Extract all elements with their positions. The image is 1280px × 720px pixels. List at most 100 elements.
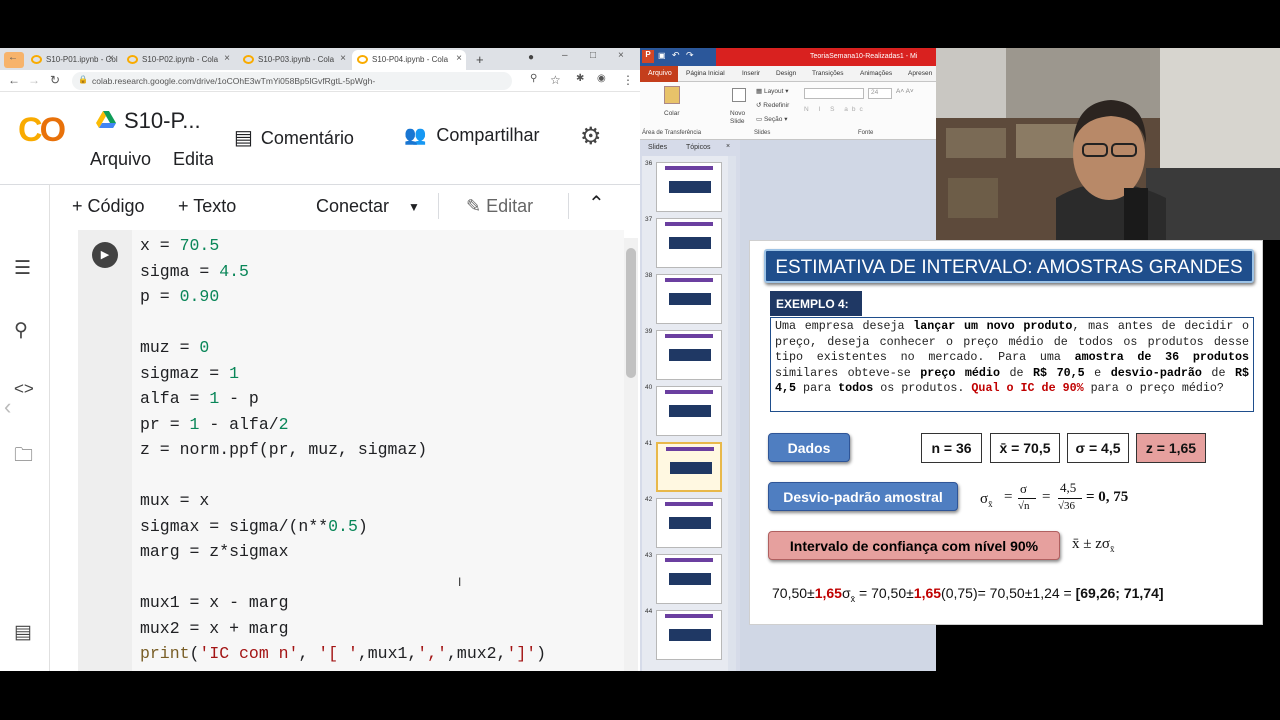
comment-button[interactable]: ▤ Comentário <box>234 125 354 150</box>
search-icon[interactable]: ⚲ <box>14 319 28 342</box>
grow-font-icon[interactable]: A˄ A˅ <box>896 88 914 95</box>
slide-thumbnail[interactable] <box>656 386 722 436</box>
slide-number: 44 <box>645 608 653 615</box>
back-icon[interactable]: ← <box>8 73 20 87</box>
save-icon[interactable]: ▣ <box>658 51 666 60</box>
chevron-up-icon[interactable]: ⌃ <box>588 191 605 216</box>
slide-thumbnail[interactable] <box>656 330 722 380</box>
ribbon-tab-insert[interactable]: Inserir <box>742 70 760 77</box>
close-window-icon[interactable]: × <box>618 50 624 61</box>
slide-thumbnail[interactable] <box>656 554 722 604</box>
drive-icon[interactable] <box>96 111 116 129</box>
menu-edit[interactable]: Edita <box>173 149 213 170</box>
undo-icon[interactable]: ↶ <box>672 50 680 61</box>
url-field[interactable]: 🔒 colab.research.google.com/drive/1oCOhE… <box>72 72 512 90</box>
paste-label[interactable]: Colar <box>664 110 680 117</box>
maximize-icon[interactable]: □ <box>590 50 596 61</box>
close-icon[interactable]: × <box>340 53 346 64</box>
ribbon-tab-animations[interactable]: Animações <box>860 70 892 77</box>
ribbon-tab-arquivo[interactable]: Arquivo <box>640 66 678 82</box>
zoom-icon[interactable]: ⚲ <box>530 73 537 84</box>
divider <box>438 193 439 219</box>
scrollbar[interactable] <box>728 156 736 671</box>
slide-thumbnail[interactable] <box>656 162 722 212</box>
paste-icon[interactable] <box>664 86 680 104</box>
close-icon[interactable]: × <box>456 53 462 64</box>
chevron-down-icon[interactable]: ▼ <box>408 200 420 214</box>
lock-icon: 🔒 <box>78 75 88 84</box>
browser-tab-3[interactable]: S10-P03.ipynb - Cola × <box>238 50 350 70</box>
browser-tab-2[interactable]: S10-P02.ipynb - Cola × <box>122 50 234 70</box>
slide-thumbnail[interactable] <box>656 218 722 268</box>
problem-text: de <box>1201 365 1235 380</box>
browser-tab-4[interactable]: S10-P04.ipynb - Cola × <box>352 50 466 70</box>
more-icon[interactable]: ⋮ <box>622 73 634 87</box>
text-cursor-icon: I <box>458 575 462 589</box>
slide-thumbnail[interactable] <box>656 498 722 548</box>
slide-number: 40 <box>645 384 653 391</box>
redo-icon[interactable]: ↷ <box>686 50 694 61</box>
ribbon-tab-home[interactable]: Página Inicial <box>686 70 725 77</box>
gear-icon[interactable]: ⚙ <box>580 122 602 151</box>
code-line: mux1 = x - marg <box>140 593 289 612</box>
add-code-button[interactable]: + Código <box>72 196 145 217</box>
connect-button[interactable]: Conectar <box>316 196 389 217</box>
font-format-icons[interactable]: N I S abc <box>804 106 867 113</box>
colab-logo[interactable]: CO <box>18 111 66 150</box>
ribbon-tabs: Arquivo Página Inicial Inserir Design Tr… <box>640 66 936 82</box>
browser-tab-1[interactable]: S10-P01.ipynb - Cola × <box>26 50 118 70</box>
new-slide-icon[interactable] <box>732 88 746 102</box>
xbar-subscript: x̄ <box>1109 544 1115 555</box>
code-snippets-icon[interactable]: <> <box>14 379 34 399</box>
slide-thumbnail[interactable] <box>656 610 722 660</box>
menu-file[interactable]: Arquivo <box>90 149 151 170</box>
ribbon-tab-design[interactable]: Design <box>776 70 796 77</box>
font-name-field[interactable] <box>804 88 864 99</box>
problem-text: Qual o IC de 90% <box>971 381 1084 395</box>
new-slide-label[interactable]: Novo Slide <box>730 110 752 126</box>
collapse-chevron-icon[interactable]: ‹ <box>4 394 11 420</box>
webcam-person-image <box>936 48 1280 240</box>
code-line: z = norm.ppf(pr, muz, sigmaz) <box>140 440 428 459</box>
extensions-icon[interactable]: ✱ <box>576 73 584 84</box>
close-icon[interactable]: × <box>224 53 230 64</box>
close-icon[interactable]: × <box>726 143 730 150</box>
back-tab-icon[interactable]: ← <box>4 52 24 68</box>
reset-button[interactable]: ↺ Redefinir <box>756 101 789 109</box>
close-icon[interactable]: × <box>108 53 114 64</box>
layout-button[interactable]: ▦ Layout ▾ <box>756 87 789 95</box>
ribbon-tab-transitions[interactable]: Transições <box>812 70 844 77</box>
reload-icon[interactable]: ↻ <box>50 73 60 87</box>
slide-panel: Slides Tópicos × 36 37 38 39 40 41 42 43 44 <box>642 142 736 671</box>
section-button[interactable]: ▭ Seção ▾ <box>756 115 787 123</box>
share-button[interactable]: 👥 Compartilhar <box>404 125 539 146</box>
font-size-field[interactable]: 24 <box>868 88 892 99</box>
tab-outline[interactable]: Tópicos <box>686 144 711 151</box>
minimize-icon[interactable]: – <box>562 50 568 61</box>
calc-part: σx̄ <box>841 585 856 604</box>
ribbon-tab-slideshow[interactable]: Apresen <box>908 70 932 77</box>
code-editor[interactable]: x = 70.5 sigma = 4.5 p = 0.90 muz = 0 sigma… <box>140 233 546 667</box>
run-cell-button[interactable]: ▶ <box>92 242 118 268</box>
notebook-title[interactable]: S10-P... <box>124 108 201 134</box>
slide-title: ESTIMATIVA DE INTERVALO: AMOSTRAS GRANDE… <box>764 249 1254 283</box>
profile-avatar[interactable]: ◉ <box>597 73 606 84</box>
slide-thumbnail[interactable] <box>656 442 722 492</box>
new-tab-icon[interactable]: + <box>476 52 484 67</box>
star-icon[interactable]: ☆ <box>550 73 561 87</box>
slide-thumbnail[interactable] <box>656 274 722 324</box>
tab-slides[interactable]: Slides <box>648 144 667 151</box>
code-cell[interactable]: ▶ x = 70.5 sigma = 4.5 p = 0.90 muz = 0 sig… <box>78 230 624 671</box>
toc-icon[interactable]: ☰ <box>14 257 31 280</box>
problem-text: amostra de 36 produtos <box>1074 350 1249 364</box>
edit-button[interactable]: ✎ Editar <box>466 196 533 217</box>
add-text-button[interactable]: + Texto <box>178 196 236 217</box>
scrollbar-thumb[interactable] <box>626 248 636 378</box>
terminal-icon[interactable]: ▤ <box>14 621 32 644</box>
record-icon[interactable]: ● <box>528 52 534 63</box>
forward-icon[interactable]: → <box>28 73 40 87</box>
std-error-formula: σx̄ = σ √n = 4,5 √36 = 0, 75 <box>980 479 1160 519</box>
left-sidebar: ☰ ⚲ <> 🗀 ▤ <box>0 184 50 671</box>
scrollbar[interactable] <box>624 238 638 671</box>
folder-icon[interactable]: 🗀 <box>14 441 33 473</box>
